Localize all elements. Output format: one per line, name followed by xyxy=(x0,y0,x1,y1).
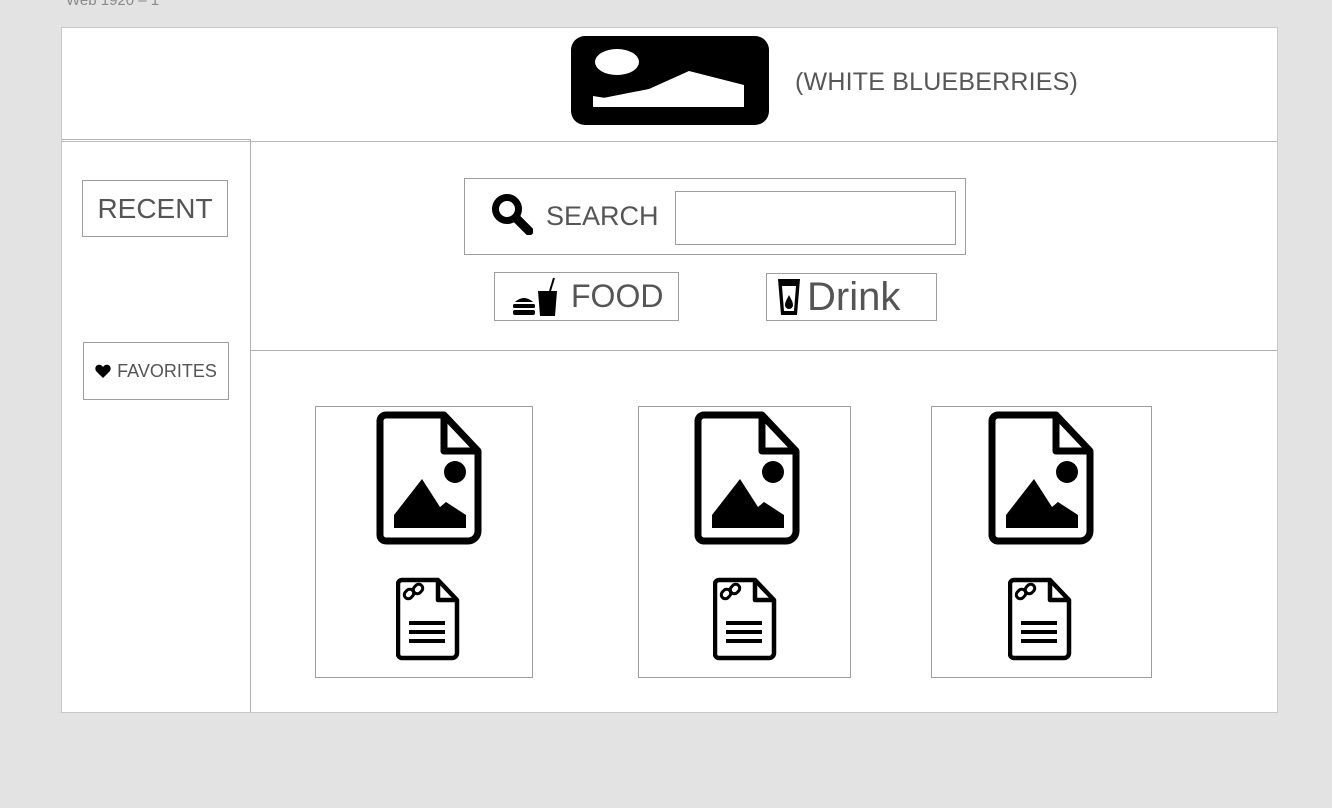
file-image-icon xyxy=(694,411,800,545)
drink-label: Drink xyxy=(807,274,901,319)
drink-button[interactable]: Drink xyxy=(766,273,937,321)
result-card[interactable] xyxy=(638,406,851,678)
frame-label: Web 1920 – 1 xyxy=(66,0,160,9)
search-icon xyxy=(492,194,533,235)
app-frame: (WHITE BLUEBERRIES) RECENT FAVORITES SEA… xyxy=(61,27,1278,713)
file-image-icon xyxy=(988,411,1094,545)
fast-food-icon xyxy=(513,277,557,316)
search-label: SEARCH xyxy=(546,201,659,231)
heart-icon xyxy=(95,364,111,378)
image-icon xyxy=(571,36,769,125)
food-label: FOOD xyxy=(571,278,664,314)
file-link-icon xyxy=(396,577,460,661)
file-image-icon xyxy=(376,411,482,545)
search-section: SEARCH FOOD Drink xyxy=(251,141,1277,351)
header: (WHITE BLUEBERRIES) xyxy=(62,28,1277,142)
recent-button[interactable]: RECENT xyxy=(82,180,228,237)
favorites-label: FAVORITES xyxy=(117,360,217,381)
search-input[interactable] xyxy=(675,191,956,245)
result-card[interactable] xyxy=(315,406,533,678)
brand-title: (WHITE BLUEBERRIES) xyxy=(795,68,1078,96)
food-button[interactable]: FOOD xyxy=(494,272,679,321)
file-link-icon xyxy=(713,577,777,661)
file-link-icon xyxy=(1008,577,1072,661)
sidebar: RECENT FAVORITES xyxy=(62,139,251,712)
result-card[interactable] xyxy=(931,406,1152,678)
glass-icon xyxy=(778,279,800,315)
results-grid xyxy=(251,350,1277,712)
favorites-button[interactable]: FAVORITES xyxy=(83,342,229,400)
search-bar: SEARCH xyxy=(464,178,966,255)
